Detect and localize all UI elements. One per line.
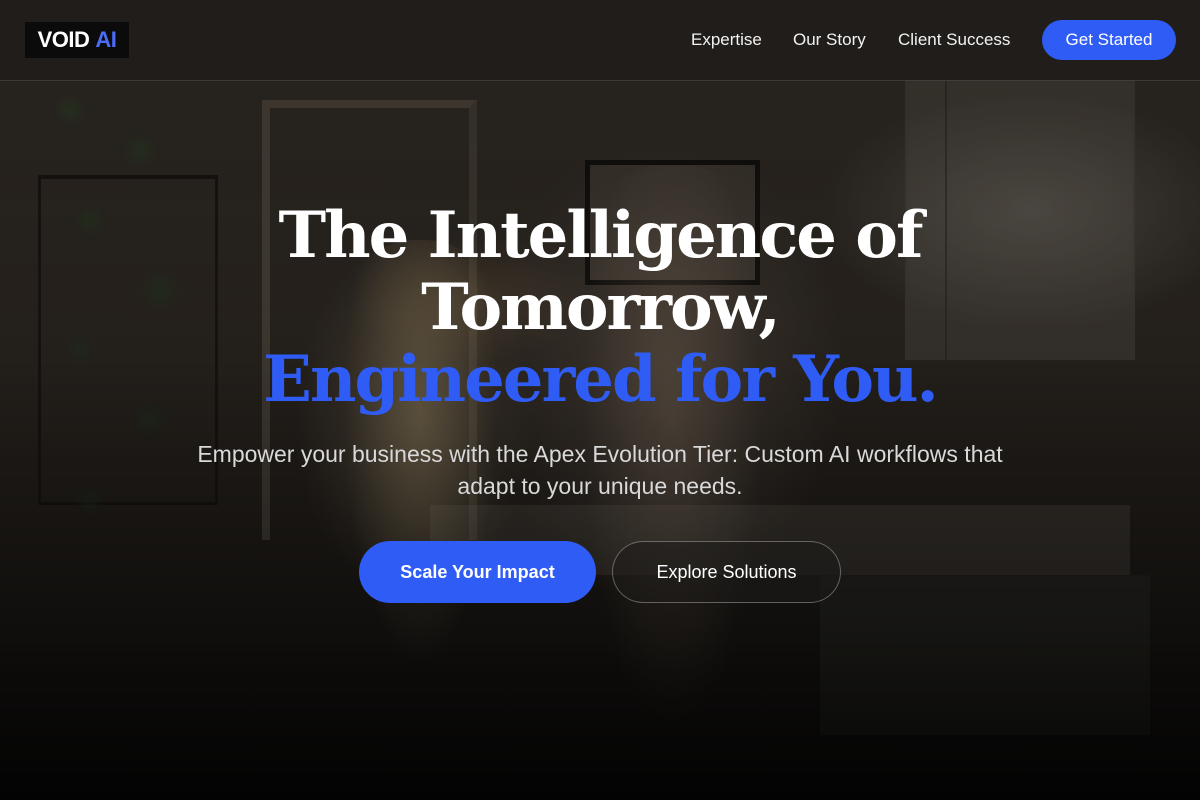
- nav-link-expertise[interactable]: Expertise: [691, 29, 762, 51]
- logo-primary-text: VOID: [37, 27, 90, 52]
- headline-line-3-accent: Engineered for You.: [263, 342, 939, 417]
- brand-logo[interactable]: VOID AI: [25, 22, 129, 58]
- scale-your-impact-button[interactable]: Scale Your Impact: [359, 541, 596, 603]
- hero-subtitle: Empower your business with the Apex Evol…: [197, 441, 1003, 499]
- explore-solutions-button[interactable]: Explore Solutions: [612, 541, 841, 603]
- logo-accent-text: AI: [95, 27, 117, 52]
- nav-link-client-success[interactable]: Client Success: [898, 29, 1010, 51]
- nav-link-our-story[interactable]: Our Story: [793, 29, 866, 51]
- top-navbar: VOID AI Expertise Our Story Client Succe…: [0, 0, 1200, 81]
- headline-line-1: The Intelligence of: [278, 198, 923, 273]
- get-started-button[interactable]: Get Started: [1042, 20, 1176, 60]
- headline-line-2: Tomorrow,: [421, 270, 781, 345]
- hero-headline: The Intelligence of Tomorrow, Engineered…: [150, 200, 1050, 416]
